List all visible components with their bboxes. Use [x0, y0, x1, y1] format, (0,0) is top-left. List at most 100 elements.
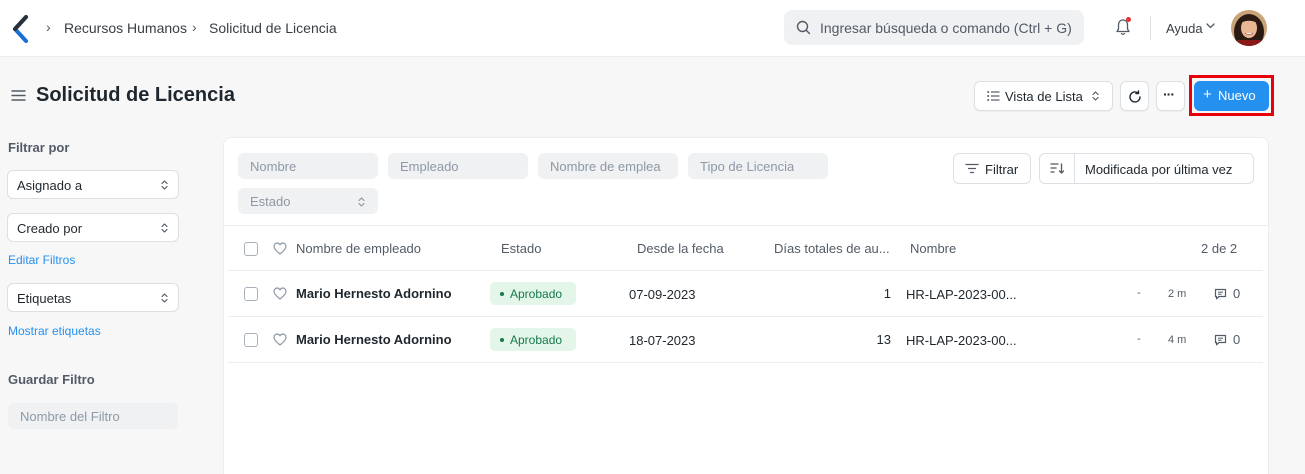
plus-icon: +	[1203, 86, 1212, 103]
row-from-date: 18-07-2023	[629, 333, 696, 348]
heart-icon[interactable]	[273, 242, 287, 255]
filter-employee-field[interactable]: Empleado	[388, 153, 528, 179]
chevron-right-icon: ›	[192, 19, 197, 35]
row-dash: -	[1137, 333, 1141, 345]
search-placeholder: Ingresar búsqueda o comando (Ctrl + G)	[820, 20, 1072, 36]
select-chevron-icon	[161, 293, 168, 303]
search-icon	[796, 20, 811, 35]
top-navbar: › Recursos Humanos › Solicitud de Licenc…	[0, 0, 1305, 57]
row-total-days: 1	[883, 286, 891, 301]
breadcrumb-solicitud-de-licencia[interactable]: Solicitud de Licencia	[209, 20, 337, 36]
row-divider	[228, 362, 1263, 363]
row-employee-name[interactable]: Mario Hernesto Adornino	[296, 332, 452, 347]
row-name[interactable]: HR-LAP-2023-00...	[906, 333, 1017, 348]
page-title: Solicitud de Licencia	[36, 84, 235, 106]
filter-status-placeholder: Estado	[250, 194, 291, 209]
filter-name-placeholder: Nombre del Filtro	[20, 409, 120, 424]
breadcrumb-recursos-humanos[interactable]: Recursos Humanos	[64, 20, 187, 36]
filter-leave-type-placeholder: Tipo de Licencia	[700, 159, 795, 174]
row-from-date: 07-09-2023	[629, 287, 696, 302]
notification-dot	[1126, 17, 1131, 22]
select-chevron-icon	[1092, 91, 1099, 101]
user-avatar[interactable]	[1231, 10, 1267, 46]
status-dot	[500, 292, 504, 296]
list-card	[223, 137, 1269, 474]
row-comment-count: 0	[1233, 286, 1241, 301]
assigned-to-label: Asignado a	[17, 178, 83, 193]
row-divider	[228, 270, 1263, 271]
refresh-icon	[1129, 90, 1141, 103]
new-button-label: Nuevo	[1218, 88, 1256, 103]
filter-status-select[interactable]: Estado	[238, 188, 378, 214]
filter-name-input[interactable]: Nombre del Filtro	[8, 403, 178, 429]
column-header-status: Estado	[501, 241, 542, 256]
created-by-select[interactable]: Creado por	[7, 213, 179, 242]
tags-select[interactable]: Etiquetas	[7, 283, 179, 312]
column-header-name: Nombre	[910, 241, 957, 256]
filter-employee-name-field[interactable]: Nombre de emplea	[538, 153, 678, 179]
column-header-employee-name: Nombre de empleado	[296, 241, 422, 256]
list-icon	[987, 91, 1000, 101]
filter-divider	[224, 225, 1268, 226]
comment-icon	[1214, 288, 1227, 300]
save-filter-heading: Guardar Filtro	[8, 372, 95, 387]
row-employee-name[interactable]: Mario Hernesto Adornino	[296, 286, 452, 301]
status-dot	[500, 338, 504, 342]
row-total-days: 13	[876, 332, 891, 347]
status-label: Aprobado	[510, 333, 563, 347]
assigned-to-select[interactable]: Asignado a	[7, 170, 179, 199]
show-tags-link[interactable]: Mostrar etiquetas	[8, 324, 101, 338]
avatar-image	[1231, 10, 1267, 46]
column-header-from-date: Desde la fecha	[637, 241, 724, 256]
app-logo-icon[interactable]	[12, 15, 30, 43]
row-name[interactable]: HR-LAP-2023-00...	[906, 287, 1017, 302]
comment-icon	[1214, 334, 1227, 346]
column-header-total-days: Días totales de au...	[774, 241, 890, 256]
heart-icon[interactable]	[273, 287, 287, 300]
chevron-right-icon: ›	[46, 19, 51, 35]
view-switcher-button[interactable]: Vista de Lista	[974, 81, 1113, 111]
select-chevron-icon	[161, 180, 168, 190]
sidebar-toggle-icon[interactable]	[11, 89, 26, 102]
filter-by-heading: Filtrar por	[8, 140, 70, 155]
row-divider	[228, 316, 1263, 317]
sort-field-label[interactable]: Modificada por última vez	[1085, 162, 1232, 177]
status-badge: Aprobado	[490, 328, 576, 351]
filter-name-field[interactable]: Nombre	[238, 153, 378, 179]
sort-divider	[1074, 154, 1075, 183]
chevron-down-icon	[1206, 23, 1215, 29]
new-button[interactable]: + Nuevo	[1194, 81, 1269, 111]
filter-leave-type-field[interactable]: Tipo de Licencia	[688, 153, 828, 179]
filter-button-label: Filtrar	[985, 162, 1019, 177]
edit-filters-link[interactable]: Editar Filtros	[8, 253, 75, 267]
help-menu[interactable]: Ayuda	[1166, 21, 1203, 36]
row-modified: 4 m	[1168, 334, 1187, 346]
select-chevron-icon	[358, 197, 365, 207]
row-checkbox[interactable]	[244, 287, 258, 301]
more-dots-icon: ···	[1163, 86, 1175, 102]
sort-button[interactable]: Modificada por última vez	[1039, 153, 1254, 184]
status-label: Aprobado	[510, 287, 563, 301]
filter-button[interactable]: Filtrar	[953, 153, 1031, 184]
sort-order-icon[interactable]	[1050, 162, 1065, 175]
result-count: 2 de 2	[1201, 241, 1238, 256]
row-comment-count: 0	[1233, 332, 1241, 347]
heart-icon[interactable]	[273, 333, 287, 346]
filter-name-placeholder: Nombre	[250, 159, 297, 174]
reload-button[interactable]	[1120, 81, 1149, 111]
more-actions-button[interactable]: ···	[1156, 81, 1185, 111]
view-switcher-label: Vista de Lista	[1005, 89, 1083, 104]
filter-icon	[965, 163, 979, 174]
row-dash: -	[1137, 287, 1141, 299]
filter-employee-placeholder: Empleado	[400, 159, 459, 174]
select-chevron-icon	[161, 223, 168, 233]
row-modified: 2 m	[1168, 288, 1187, 300]
tags-label: Etiquetas	[17, 291, 72, 306]
status-badge: Aprobado	[490, 282, 576, 305]
search-input[interactable]: Ingresar búsqueda o comando (Ctrl + G)	[784, 10, 1084, 45]
row-checkbox[interactable]	[244, 333, 258, 347]
created-by-label: Creado por	[17, 221, 83, 236]
filter-employee-name-placeholder: Nombre de emplea	[550, 159, 661, 174]
navbar-divider	[1150, 16, 1151, 40]
select-all-checkbox[interactable]	[244, 242, 258, 256]
